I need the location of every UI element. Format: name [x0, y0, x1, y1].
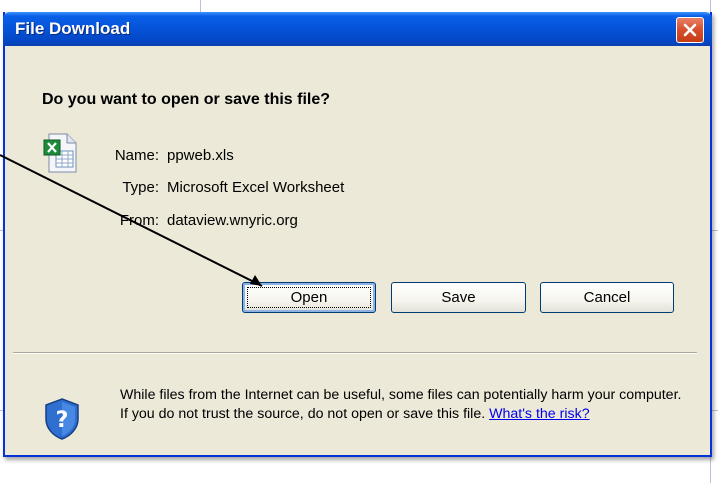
whats-the-risk-link[interactable]: What's the risk? [489, 406, 589, 422]
security-warning: While files from the Internet can be use… [120, 386, 690, 424]
close-icon [683, 23, 697, 37]
cancel-button-label: Cancel [583, 289, 631, 306]
file-source-value: dataview.wnyric.org [167, 212, 298, 229]
excel-file-icon [43, 133, 79, 178]
file-name-value: ppweb.xls [167, 147, 234, 164]
file-download-dialog: File Download Do you want to open or sav… [3, 12, 712, 457]
separator [13, 352, 697, 354]
dialog-title: File Download [15, 19, 131, 38]
background-gridline [200, 0, 201, 12]
title-bar[interactable]: File Download [3, 12, 712, 46]
close-button[interactable] [676, 17, 704, 43]
open-button[interactable]: Open [242, 282, 376, 313]
save-button-label: Save [441, 289, 476, 306]
file-type-value: Microsoft Excel Worksheet [167, 179, 345, 196]
focus-ring [247, 287, 371, 308]
security-shield-icon: ? [43, 397, 81, 446]
type-label: Type: [122, 179, 159, 196]
dialog-question: Do you want to open or save this file? [42, 91, 331, 108]
from-label: From: [119, 212, 159, 229]
warning-text: While files from the Internet can be use… [120, 387, 682, 422]
svg-text:?: ? [56, 408, 69, 433]
save-button[interactable]: Save [391, 282, 526, 313]
name-label: Name: [114, 147, 159, 164]
cancel-button[interactable]: Cancel [540, 282, 674, 313]
